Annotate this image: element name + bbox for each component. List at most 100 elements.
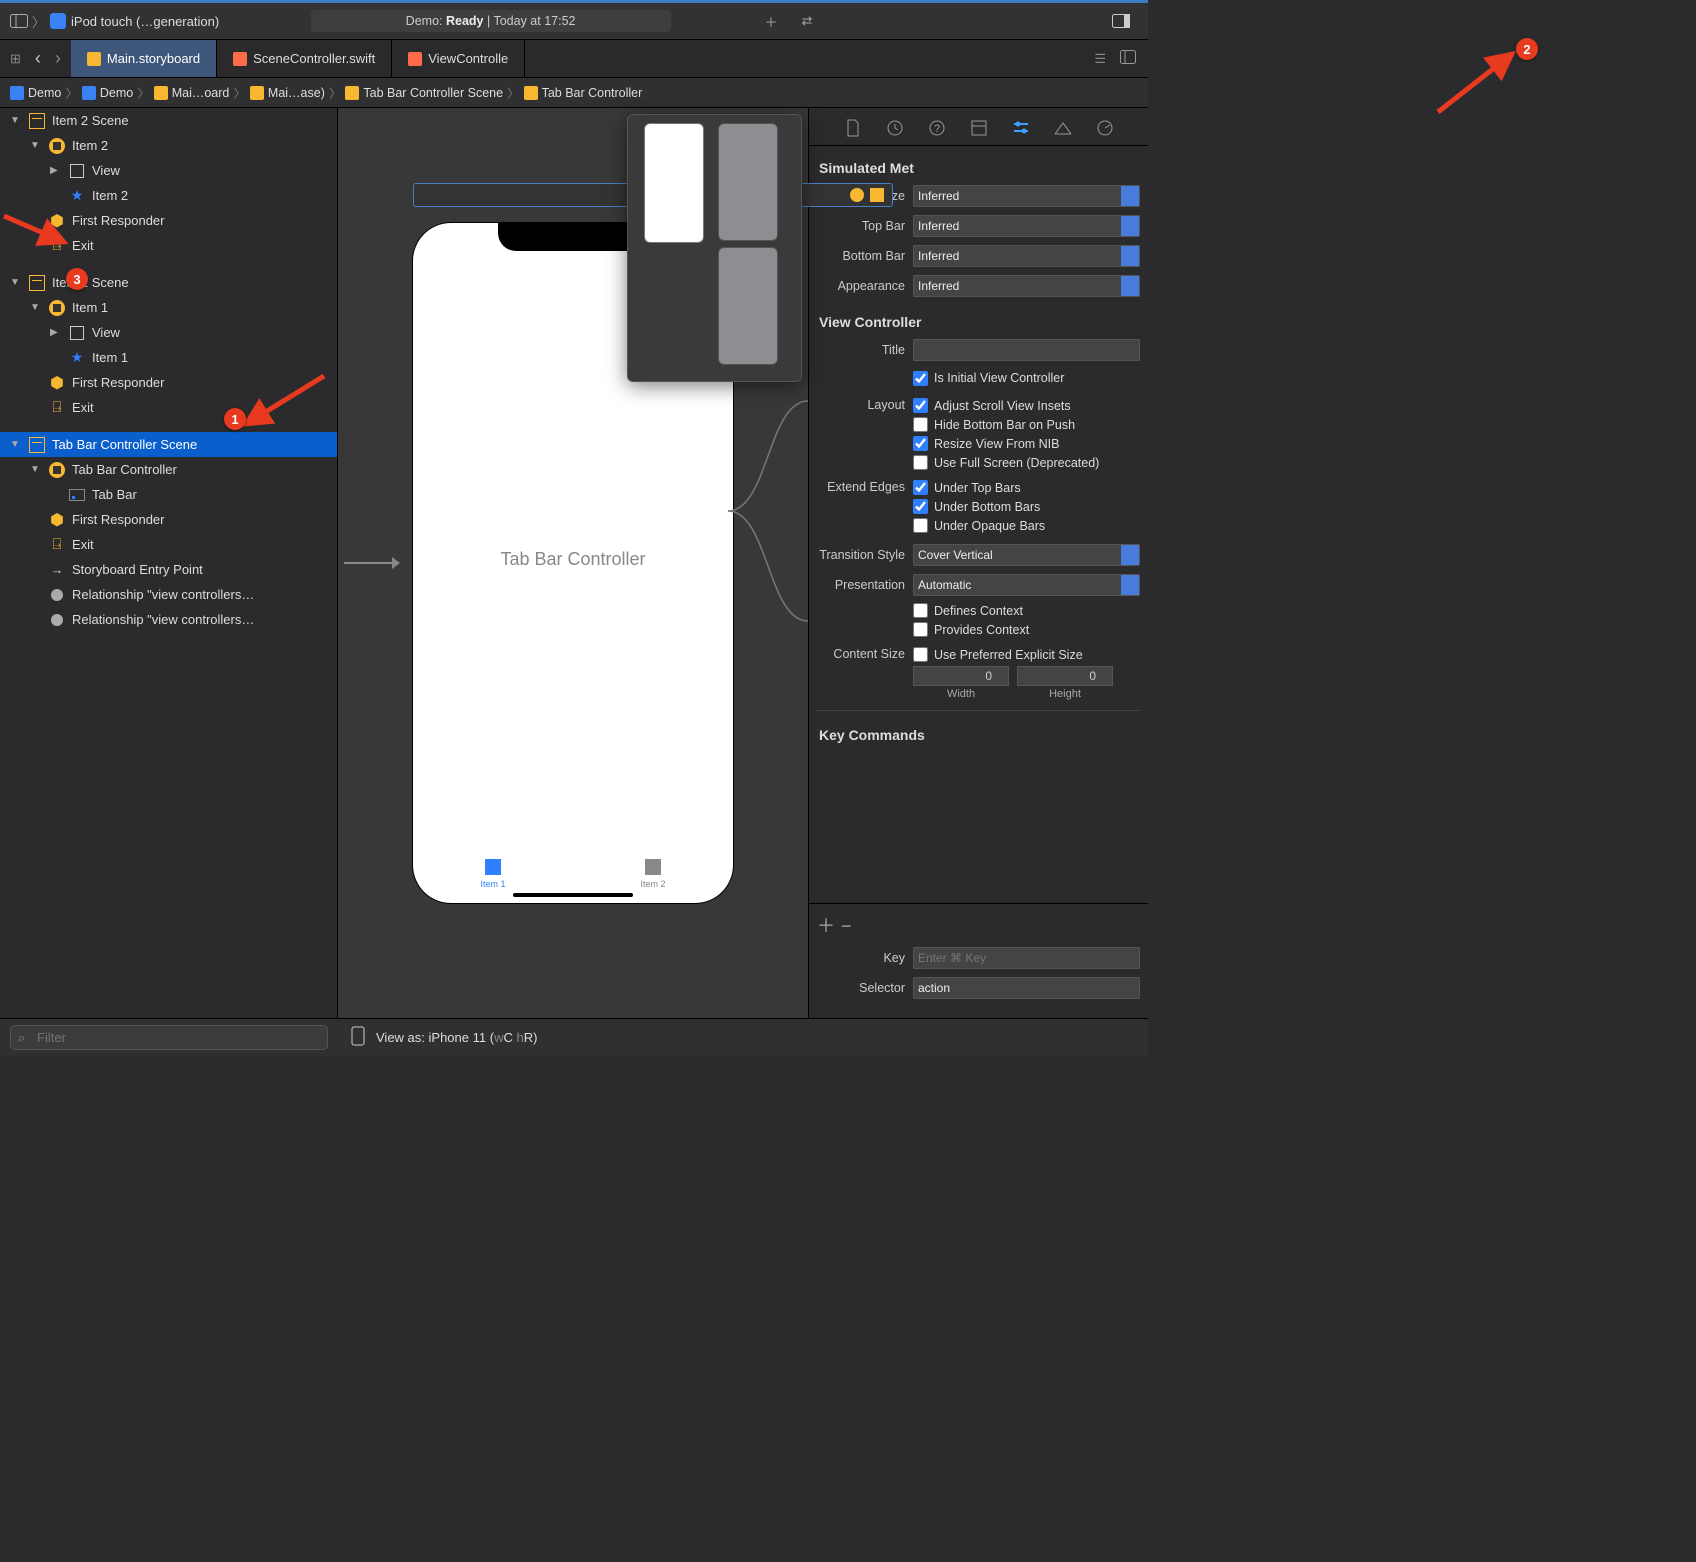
inspector-check-label: Defines Context xyxy=(934,604,1023,618)
outline-row[interactable]: Relationship "view controllers… xyxy=(0,607,337,632)
inspector-tabs[interactable]: ? xyxy=(809,108,1148,146)
inspector-checkbox[interactable] xyxy=(913,622,928,637)
outline-row[interactable]: →Storyboard Entry Point xyxy=(0,557,337,582)
outline-row[interactable]: ▼ Item 1 xyxy=(0,295,337,320)
breadcrumb-item[interactable]: Demo xyxy=(10,86,61,100)
back-icon[interactable]: ‹ xyxy=(35,48,41,69)
file-inspector-icon[interactable] xyxy=(843,118,863,138)
outline-row[interactable]: ⬢First Responder xyxy=(0,208,337,233)
outline-row[interactable]: ⍈Exit xyxy=(0,233,337,258)
outline-item-icon: ⬢ xyxy=(48,212,66,230)
outline-row[interactable]: Tab Bar xyxy=(0,482,337,507)
connections-inspector-icon[interactable] xyxy=(1095,118,1115,138)
outline-row[interactable]: ▼Tab Bar Controller xyxy=(0,457,337,482)
jump-bar[interactable]: Demo〉Demo〉Mai…oard〉Mai…ase)〉Tab Bar Cont… xyxy=(0,78,1148,108)
attributes-inspector-icon[interactable] xyxy=(1011,118,1031,138)
size-inspector-icon[interactable] xyxy=(1053,118,1073,138)
outline-toggle-icon[interactable]: ☰ xyxy=(1094,51,1106,67)
add-icon[interactable]: ＋ xyxy=(762,12,780,30)
outline-row[interactable]: ★Item 1 xyxy=(0,345,337,370)
disclosure-icon[interactable]: ▼ xyxy=(10,115,22,126)
transition-style-select[interactable]: Cover Vertical xyxy=(913,544,1140,566)
add-key-command-icon[interactable]: ＋ xyxy=(817,916,841,936)
preferred-size-checkbox[interactable] xyxy=(913,647,928,662)
outline-row[interactable]: ▼Tab Bar Controller Scene xyxy=(0,432,337,457)
selector-field[interactable] xyxy=(913,977,1140,999)
breadcrumb-item[interactable]: Demo xyxy=(82,86,133,100)
scheme-device-label[interactable]: iPod touch (…generation) xyxy=(71,14,219,29)
disclosure-icon[interactable]: ▼ xyxy=(30,140,42,151)
run-arrows-icon[interactable]: ⇄ xyxy=(798,12,816,30)
outline-row[interactable]: ▼Item 2 Scene xyxy=(0,108,337,133)
simulated-metrics-header: Simulated Met xyxy=(817,154,1140,184)
document-outline[interactable]: 1 ▼Item 2 Scene▼Item 2▶View★Item 2⬢First… xyxy=(0,108,338,1018)
outline-row[interactable]: ▶View xyxy=(0,320,337,345)
outline-row[interactable]: ★Item 2 xyxy=(0,183,337,208)
panel-toggle-icon[interactable] xyxy=(1112,12,1130,30)
disclosure-icon[interactable]: ▼ xyxy=(10,439,22,450)
inspector-panel: ? 2 Simulated Met izeInferredTop BarInfe… xyxy=(808,108,1148,1018)
disclosure-icon[interactable]: ▶ xyxy=(50,165,62,176)
inspector-checkbox[interactable] xyxy=(913,480,928,495)
disclosure-icon[interactable]: ▼ xyxy=(10,277,22,288)
history-inspector-icon[interactable] xyxy=(885,118,905,138)
device-config-icon[interactable] xyxy=(350,1026,366,1049)
outline-row[interactable]: ▼Item 1 Scene xyxy=(0,270,337,295)
breadcrumb-item[interactable]: Mai…oard xyxy=(154,86,230,100)
height-field[interactable] xyxy=(1017,666,1113,686)
storyboard-canvas[interactable]: Tab Bar Controller Item 1Item 2 xyxy=(338,108,808,1018)
inspector-checkbox[interactable] xyxy=(913,518,928,533)
scheme-icon[interactable] xyxy=(49,12,67,30)
editor-tab[interactable]: ViewControlle xyxy=(392,40,525,77)
canvas-minimap[interactable] xyxy=(627,114,802,382)
outline-row[interactable]: ⍈Exit xyxy=(0,395,337,420)
identity-inspector-icon[interactable] xyxy=(969,118,989,138)
forward-icon[interactable]: › xyxy=(55,48,61,69)
key-field[interactable] xyxy=(913,947,1140,969)
outline-row[interactable]: ⍈Exit xyxy=(0,532,337,557)
editor-tab[interactable]: Main.storyboard xyxy=(71,40,217,77)
remove-key-command-icon[interactable]: − xyxy=(841,916,858,936)
responder-badge-icon xyxy=(870,188,884,202)
presentation-select[interactable]: Automatic xyxy=(913,574,1140,596)
help-inspector-icon[interactable]: ? xyxy=(927,118,947,138)
inspector-checkbox[interactable] xyxy=(913,455,928,470)
sim-metric-select[interactable]: Inferred xyxy=(913,275,1140,297)
sim-metric-select[interactable]: Inferred xyxy=(913,185,1140,207)
editor-tab[interactable]: SceneController.swift xyxy=(217,40,392,77)
disclosure-icon[interactable]: ▼ xyxy=(30,302,42,313)
outline-filter-input[interactable] xyxy=(10,1025,328,1050)
breadcrumb-item[interactable]: Tab Bar Controller xyxy=(524,86,643,100)
outline-row[interactable]: ▶View xyxy=(0,158,337,183)
breadcrumb-item[interactable]: Tab Bar Controller Scene xyxy=(345,86,503,100)
sim-metric-select[interactable]: Inferred xyxy=(913,245,1140,267)
annotation-badge-1: 1 xyxy=(224,408,246,430)
inspector-check-label: Under Top Bars xyxy=(934,481,1021,495)
disclosure-icon[interactable]: ▶ xyxy=(50,327,62,338)
disclosure-icon[interactable]: ▼ xyxy=(30,464,42,475)
breadcrumb-item[interactable]: Mai…ase) xyxy=(250,86,325,100)
outline-item-icon: ⬢ xyxy=(48,511,66,529)
title-field[interactable] xyxy=(913,339,1140,361)
inspector-checkbox[interactable] xyxy=(913,499,928,514)
outline-row[interactable]: ⬢First Responder xyxy=(0,507,337,532)
window-controls-icon[interactable] xyxy=(10,12,28,30)
inspector-checkbox[interactable] xyxy=(913,603,928,618)
view-as-label[interactable]: View as: iPhone 11 (wC hR) xyxy=(376,1030,537,1045)
width-field[interactable] xyxy=(913,666,1009,686)
layout-label: Layout xyxy=(817,398,913,412)
outline-row[interactable]: Relationship "view controllers… xyxy=(0,582,337,607)
inspector-check-label: Provides Context xyxy=(934,623,1029,637)
sim-metric-select[interactable]: Inferred xyxy=(913,215,1140,237)
outline-item-label: Relationship "view controllers… xyxy=(72,612,254,627)
editor-tabs: ⊞ ‹ › Main.storyboardSceneController.swi… xyxy=(0,40,1148,78)
inspector-checkbox[interactable] xyxy=(913,436,928,451)
related-items-icon[interactable]: ⊞ xyxy=(10,51,21,67)
outline-row[interactable]: ▼Item 2 xyxy=(0,133,337,158)
adjust-editor-icon[interactable] xyxy=(1120,50,1136,67)
outline-row[interactable]: ⬢First Responder xyxy=(0,370,337,395)
initial-vc-checkbox[interactable] xyxy=(913,371,928,386)
inspector-checkbox[interactable] xyxy=(913,417,928,432)
outline-item-label: Item 1 xyxy=(72,300,108,315)
inspector-checkbox[interactable] xyxy=(913,398,928,413)
